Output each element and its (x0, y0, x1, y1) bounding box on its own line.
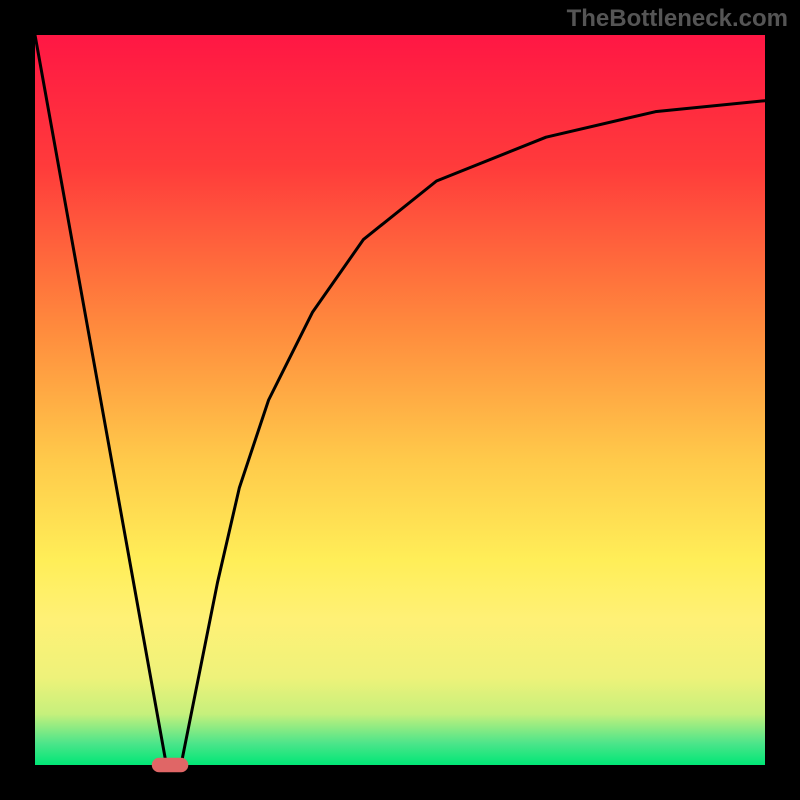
watermark-text: TheBottleneck.com (567, 5, 788, 33)
gradient-background (35, 35, 765, 765)
optimal-marker (152, 758, 189, 773)
bottleneck-chart (0, 0, 800, 800)
chart-container: TheBottleneck.com (0, 0, 800, 800)
plot-area (35, 35, 765, 772)
